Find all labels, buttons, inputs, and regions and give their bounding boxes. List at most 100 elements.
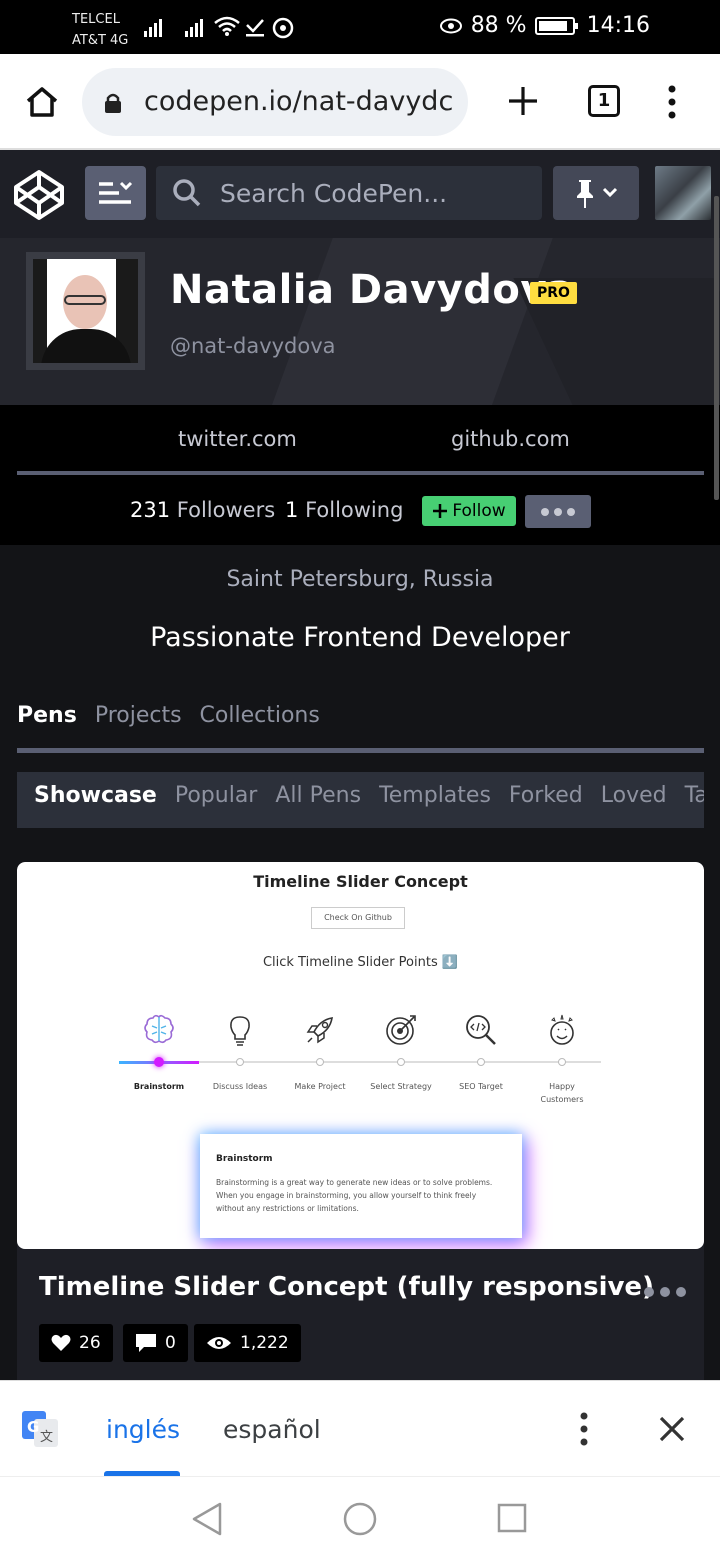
magnifier-code-icon — [466, 1015, 496, 1045]
back-icon[interactable] — [190, 1501, 224, 1537]
likes-count: 26 — [79, 1333, 101, 1353]
tab-projects[interactable]: Projects — [95, 703, 182, 728]
popup-title: Brainstorm — [216, 1154, 273, 1164]
system-nav-bar — [0, 1476, 720, 1560]
views-button[interactable]: 1,222 — [194, 1324, 301, 1362]
svg-text:文: 文 — [40, 1430, 53, 1445]
timeline-label: Select Strategy — [370, 1082, 432, 1091]
pen-more-button[interactable] — [644, 1287, 686, 1297]
timeline-point — [316, 1058, 324, 1066]
subtab-forked[interactable]: Forked — [509, 783, 583, 808]
svg-text:G: G — [27, 1418, 39, 1436]
subtab-tags[interactable]: Tags — [685, 783, 704, 808]
subtab-templates[interactable]: Templates — [379, 783, 491, 808]
home-circle-icon[interactable] — [343, 1502, 377, 1536]
views-count: 1,222 — [240, 1333, 289, 1353]
language-tab-english[interactable]: inglés — [106, 1415, 180, 1444]
home-icon[interactable] — [24, 84, 60, 120]
profile-location: Saint Petersburg, Russia — [226, 567, 494, 592]
scrollbar[interactable] — [714, 196, 719, 500]
translate-more-icon[interactable] — [578, 1411, 590, 1447]
followers-count: 231 — [130, 498, 171, 522]
wifi-icon — [214, 16, 240, 36]
profile-avatar[interactable] — [26, 252, 145, 370]
address-bar[interactable]: codepen.io/nat-davydc — [82, 68, 468, 136]
lock-icon — [105, 93, 121, 113]
tab-switcher-button[interactable]: 1 — [588, 85, 620, 117]
comments-button[interactable]: 0 — [123, 1324, 188, 1362]
timeline-label: Discuss Ideas — [212, 1082, 268, 1091]
following-link[interactable]: 1 Following — [285, 498, 403, 522]
plus-icon — [433, 504, 448, 518]
pen-title[interactable]: Timeline Slider Concept (fully responsiv… — [39, 1272, 654, 1302]
download-done-icon — [246, 19, 264, 37]
timeline-label: Make Project — [294, 1082, 346, 1091]
carrier-info: TELCEL AT&T 4G — [72, 9, 128, 51]
preview-hint: Click Timeline Slider Points ⬇️ — [262, 955, 459, 970]
google-translate-icon[interactable]: G 文 — [20, 1409, 60, 1449]
brain-icon — [144, 1014, 174, 1044]
language-tab-spanish[interactable]: español — [223, 1415, 321, 1444]
translate-bar: G 文 inglés español — [0, 1380, 720, 1477]
followers-label: Followers — [176, 498, 276, 522]
search-icon — [173, 179, 201, 207]
signal-icon-2 — [185, 19, 203, 37]
search-input[interactable] — [220, 166, 530, 220]
carrier-name: TELCEL — [72, 12, 120, 27]
comments-count: 0 — [165, 1333, 176, 1353]
rocket-icon — [306, 1017, 333, 1044]
menu-icon — [99, 181, 133, 204]
clock: 14:16 — [586, 13, 650, 38]
tab-pens[interactable]: Pens — [17, 703, 77, 728]
pen-preview[interactable]: Timeline Slider Concept Check On Github … — [17, 862, 704, 1249]
preview-title: Timeline Slider Concept — [253, 872, 468, 891]
follow-label: Follow — [452, 501, 506, 521]
battery-icon — [534, 16, 578, 35]
follow-button[interactable]: Follow — [422, 496, 516, 526]
subtab-popular[interactable]: Popular — [175, 783, 258, 808]
profile-header: Natalia Davydova PRO @nat-davydova — [0, 238, 720, 405]
github-link[interactable]: github.com — [451, 427, 570, 451]
profile-photo — [33, 259, 138, 363]
timeline-point — [558, 1058, 566, 1066]
recent-apps-icon[interactable] — [497, 1503, 527, 1533]
pens-subtabs[interactable]: Showcase Popular All Pens Templates Fork… — [17, 772, 704, 828]
popup-text: Brainstorming is a great way to generate… — [216, 1178, 493, 1213]
pins-button[interactable] — [553, 166, 639, 220]
browser-toolbar: codepen.io/nat-davydc 1 — [0, 54, 720, 150]
followers-link[interactable]: 231 Followers — [130, 498, 275, 522]
search-box[interactable] — [156, 166, 542, 220]
profile-links: twitter.com github.com 231 Followers 1 F… — [0, 405, 720, 545]
happy-face-icon — [550, 1014, 574, 1045]
profile-handle: @nat-davydova — [170, 334, 336, 358]
signal-icon — [144, 19, 162, 37]
tab-collections[interactable]: Collections — [200, 703, 320, 728]
subtab-showcase[interactable]: Showcase — [34, 783, 157, 808]
codepen-logo-icon[interactable] — [12, 168, 66, 222]
menu-button[interactable] — [85, 166, 146, 220]
pin-icon — [577, 180, 618, 208]
sync-icon — [272, 17, 294, 39]
preview-github-button: Check On Github — [311, 907, 405, 929]
timeline-label: SEO Target — [459, 1082, 503, 1091]
comment-icon — [136, 1334, 156, 1352]
user-avatar[interactable] — [655, 166, 711, 220]
profile-name: Natalia Davydova — [170, 267, 575, 313]
profile-more-button[interactable] — [525, 495, 591, 528]
timeline-label: Happy Customers — [540, 1082, 584, 1104]
eye-icon — [207, 1337, 231, 1349]
timeline-popup: Brainstorm Brainstorming is a great way … — [200, 1134, 522, 1238]
codepen-header — [0, 150, 720, 238]
subtab-all-pens[interactable]: All Pens — [275, 783, 361, 808]
close-icon[interactable] — [658, 1415, 686, 1443]
target-icon — [386, 1015, 416, 1045]
timeline-point — [154, 1057, 164, 1067]
twitter-link[interactable]: twitter.com — [178, 427, 297, 451]
profile-bio: Passionate Frontend Developer — [150, 622, 570, 653]
url-text: codepen.io/nat-davydc — [144, 86, 454, 117]
subtab-loved[interactable]: Loved — [601, 783, 667, 808]
pro-badge[interactable]: PRO — [530, 282, 577, 304]
new-tab-icon[interactable] — [506, 84, 540, 118]
browser-menu-icon[interactable] — [666, 84, 678, 120]
like-button[interactable]: 26 — [39, 1324, 113, 1362]
